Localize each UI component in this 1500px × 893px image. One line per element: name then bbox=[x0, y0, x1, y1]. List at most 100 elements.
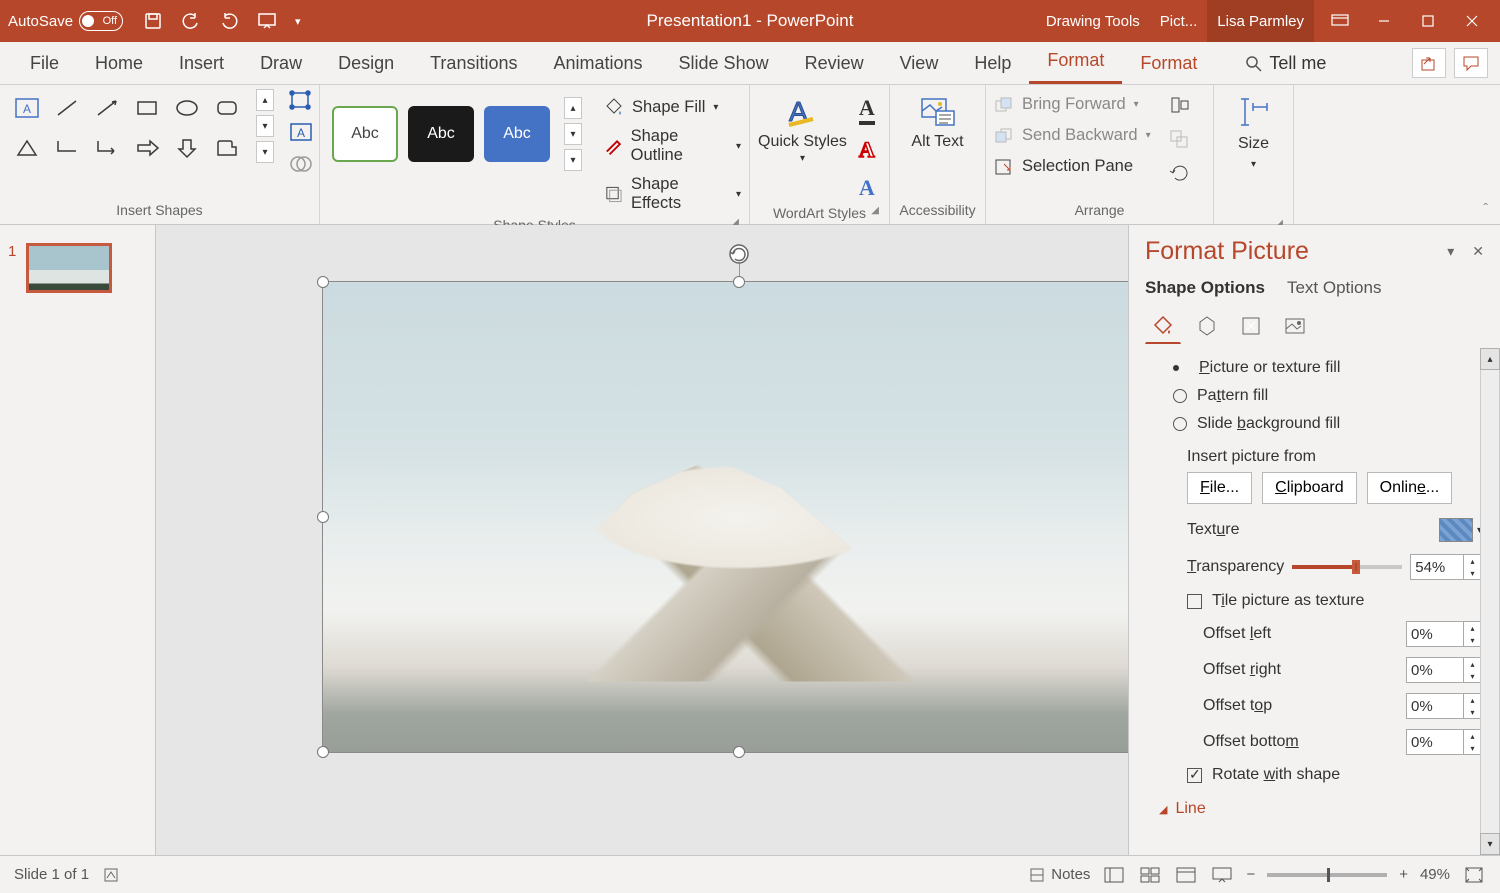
size-category-icon[interactable] bbox=[1233, 308, 1269, 344]
selected-picture[interactable] bbox=[322, 281, 1128, 753]
file-button[interactable]: File... bbox=[1187, 472, 1252, 504]
connector-arrow-icon[interactable] bbox=[88, 129, 126, 167]
text-fill-icon[interactable]: A bbox=[859, 95, 875, 125]
spellcheck-icon[interactable] bbox=[103, 867, 119, 883]
tab-review[interactable]: Review bbox=[787, 43, 882, 84]
edit-shape-icon[interactable] bbox=[288, 89, 314, 111]
text-effects-icon[interactable]: A bbox=[859, 175, 875, 201]
tab-insert[interactable]: Insert bbox=[161, 43, 242, 84]
style-preset-1[interactable]: Abc bbox=[332, 106, 398, 162]
roundrect-shape-icon[interactable] bbox=[208, 89, 246, 127]
tab-home[interactable]: Home bbox=[77, 43, 161, 84]
alt-text-button[interactable]: Alt Text bbox=[911, 89, 963, 151]
texture-picker[interactable] bbox=[1439, 518, 1473, 542]
rotate-icon[interactable] bbox=[1169, 163, 1191, 183]
resize-handle-sw[interactable] bbox=[317, 746, 329, 758]
shape-fill-button[interactable]: Shape Fill▾ bbox=[604, 97, 741, 117]
offset-top-input[interactable]: 0%▴▾ bbox=[1406, 693, 1482, 719]
tab-design[interactable]: Design bbox=[320, 43, 412, 84]
user-name[interactable]: Lisa Parmley bbox=[1207, 0, 1314, 42]
scroll-up-icon[interactable]: ▴ bbox=[1480, 348, 1500, 370]
text-outline-icon[interactable]: A bbox=[859, 137, 875, 163]
picture-category-icon[interactable] bbox=[1277, 308, 1313, 344]
pane-scrollbar[interactable]: ▴ ▾ bbox=[1480, 348, 1500, 855]
slideshow-view-icon[interactable] bbox=[1210, 865, 1234, 885]
autosave-toggle[interactable]: Off bbox=[79, 11, 123, 31]
zoom-in-icon[interactable]: + bbox=[1399, 866, 1408, 883]
scroll-down-icon[interactable]: ▾ bbox=[1480, 833, 1500, 855]
save-icon[interactable] bbox=[143, 11, 163, 31]
normal-view-icon[interactable] bbox=[1102, 865, 1126, 885]
redo-icon[interactable] bbox=[219, 11, 239, 31]
style-preset-2[interactable]: Abc bbox=[408, 106, 474, 162]
contextual-tab-drawing[interactable]: Drawing Tools bbox=[1036, 0, 1150, 42]
online-button[interactable]: Online... bbox=[1367, 472, 1453, 504]
transparency-input[interactable]: 54%▴▾ bbox=[1410, 554, 1482, 580]
zoom-level[interactable]: 49% bbox=[1420, 866, 1450, 883]
fit-window-icon[interactable] bbox=[1462, 865, 1486, 885]
transparency-slider[interactable] bbox=[1292, 565, 1402, 569]
rotate-handle-icon[interactable] bbox=[727, 242, 751, 266]
resize-handle-w[interactable] bbox=[317, 511, 329, 523]
clipboard-button[interactable]: Clipboard bbox=[1262, 472, 1357, 504]
tab-transitions[interactable]: Transitions bbox=[412, 43, 535, 84]
tab-help[interactable]: Help bbox=[956, 43, 1029, 84]
gallery-down-icon[interactable]: ▾ bbox=[256, 115, 274, 137]
line-section-header[interactable]: ◢Line bbox=[1157, 790, 1482, 822]
text-options-tab[interactable]: Text Options bbox=[1287, 278, 1382, 298]
tab-view[interactable]: View bbox=[882, 43, 957, 84]
tab-slideshow[interactable]: Slide Show bbox=[661, 43, 787, 84]
share-icon[interactable] bbox=[1412, 48, 1446, 78]
offset-right-input[interactable]: 0%▴▾ bbox=[1406, 657, 1482, 683]
offset-left-input[interactable]: 0%▴▾ bbox=[1406, 621, 1482, 647]
resize-handle-s[interactable] bbox=[733, 746, 745, 758]
qat-customize-icon[interactable]: ▾ bbox=[295, 15, 301, 28]
fill-line-category-icon[interactable] bbox=[1145, 308, 1181, 344]
slide-indicator[interactable]: Slide 1 of 1 bbox=[14, 866, 89, 883]
spin-up-icon[interactable]: ▴ bbox=[1464, 555, 1481, 567]
connector-l-icon[interactable] bbox=[48, 129, 86, 167]
rectangle-shape-icon[interactable] bbox=[128, 89, 166, 127]
pane-options-icon[interactable]: ▾ bbox=[1447, 243, 1454, 260]
slide-bg-fill-radio[interactable]: Slide background fill bbox=[1157, 410, 1482, 438]
gallery-up-icon[interactable]: ▴ bbox=[256, 89, 274, 111]
tell-me-search[interactable]: Tell me bbox=[1235, 43, 1336, 84]
align-icon[interactable] bbox=[1169, 95, 1191, 115]
present-icon[interactable] bbox=[257, 11, 277, 31]
shape-options-tab[interactable]: Shape Options bbox=[1145, 278, 1265, 298]
resize-handle-nw[interactable] bbox=[317, 276, 329, 288]
shape-effects-button[interactable]: Shape Effects▾ bbox=[604, 175, 741, 213]
oval-shape-icon[interactable] bbox=[168, 89, 206, 127]
pattern-fill-radio[interactable]: Pattern fill bbox=[1157, 382, 1482, 410]
minimize-icon[interactable] bbox=[1364, 7, 1404, 35]
style-preset-3[interactable]: Abc bbox=[484, 106, 550, 162]
wordart-dialog-icon[interactable]: ◢ bbox=[871, 205, 879, 216]
down-arrow-icon[interactable] bbox=[168, 129, 206, 167]
triangle-shape-icon[interactable] bbox=[8, 129, 46, 167]
draw-textbox-icon[interactable]: A bbox=[288, 121, 314, 143]
ribbon-display-icon[interactable] bbox=[1320, 7, 1360, 35]
slide-canvas[interactable] bbox=[156, 225, 1128, 855]
group-icon[interactable] bbox=[1169, 129, 1191, 149]
merge-shapes-icon[interactable] bbox=[288, 153, 314, 175]
reading-view-icon[interactable] bbox=[1174, 865, 1198, 885]
style-down-icon[interactable]: ▾ bbox=[564, 123, 582, 145]
shape-style-gallery[interactable]: Abc Abc Abc ▴ ▾ ▾ bbox=[332, 97, 582, 171]
tab-file[interactable]: File bbox=[12, 43, 77, 84]
gallery-more-icon[interactable]: ▾ bbox=[256, 141, 274, 163]
maximize-icon[interactable] bbox=[1408, 7, 1448, 35]
notes-button[interactable]: Notes bbox=[1029, 866, 1090, 883]
tab-animations[interactable]: Animations bbox=[535, 43, 660, 84]
style-up-icon[interactable]: ▴ bbox=[564, 97, 582, 119]
zoom-out-icon[interactable]: − bbox=[1246, 866, 1255, 883]
effects-category-icon[interactable] bbox=[1189, 308, 1225, 344]
bring-forward-button[interactable]: Bring Forward▾ bbox=[994, 95, 1151, 114]
style-more-icon[interactable]: ▾ bbox=[564, 149, 582, 171]
slide-thumbnail-1[interactable] bbox=[26, 243, 112, 293]
spin-down-icon[interactable]: ▾ bbox=[1464, 567, 1481, 579]
zoom-slider[interactable] bbox=[1267, 873, 1387, 877]
selection-pane-button[interactable]: Selection Pane bbox=[994, 157, 1151, 176]
tile-checkbox[interactable]: Tile picture as texture bbox=[1157, 586, 1482, 616]
tab-shape-icon[interactable] bbox=[208, 129, 246, 167]
comments-icon[interactable] bbox=[1454, 48, 1488, 78]
